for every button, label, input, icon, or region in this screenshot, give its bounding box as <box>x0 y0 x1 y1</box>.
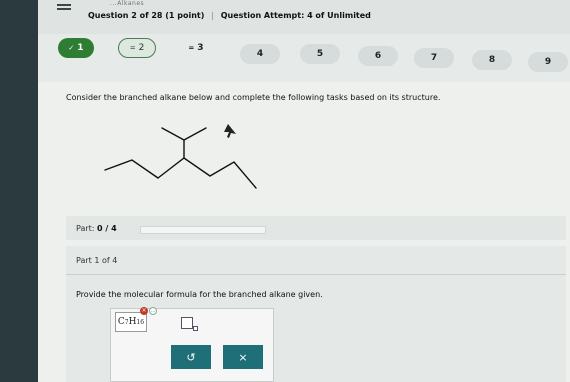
hydrogen-subscript: 16 <box>136 318 145 326</box>
question-6-label: 6 <box>374 51 382 61</box>
question-9-button[interactable]: 9 <box>528 52 568 72</box>
part-score: 0 / 4 <box>97 224 117 233</box>
main-chain <box>157 157 257 189</box>
part-number: Part 1 of 4 <box>76 256 118 265</box>
undo-button[interactable]: ↺ <box>171 345 211 369</box>
answer-box: C 7 H 16 × ... ↺ × <box>110 307 274 382</box>
attempt-count: Question Attempt: 4 of Unlimited <box>220 11 371 20</box>
mouse-cursor-icon <box>224 124 236 138</box>
formula-hydrogen: H <box>128 317 137 327</box>
question-count: Question 2 of 28 (1 point) <box>88 11 205 20</box>
question-3-button[interactable]: = 3 <box>178 38 214 58</box>
branch-left <box>161 127 185 141</box>
question-info: Question 2 of 28 (1 point) | Question At… <box>88 11 371 20</box>
question-6-button[interactable]: 6 <box>358 46 398 66</box>
question-navigation: ✓ 1 = 2 = 3 4 5 6 7 8 9 <box>38 34 570 82</box>
question-5-button[interactable]: 5 <box>300 44 340 64</box>
part-label: Part: 0 / 4 <box>76 224 117 233</box>
part-question: Provide the molecular formula for the br… <box>76 290 323 299</box>
part-progress-bar: Part: 0 / 4 <box>66 216 566 240</box>
progress-track <box>140 226 266 234</box>
question-7-button[interactable]: 7 <box>414 48 454 68</box>
question-5-label: 5 <box>316 49 324 59</box>
menu-icon[interactable] <box>57 4 71 14</box>
separator: | <box>211 11 214 20</box>
question-1-button[interactable]: ✓ 1 <box>58 38 94 58</box>
alkane-structure <box>104 124 257 189</box>
divider <box>66 274 566 275</box>
question-3-label: 3 <box>197 43 204 53</box>
question-7-label: 7 <box>430 53 438 63</box>
question-8-button[interactable]: 8 <box>472 50 512 70</box>
formula-answer[interactable]: C 7 H 16 × ... <box>115 307 157 332</box>
top-breadcrumb: ...Alkanes <box>110 0 145 7</box>
question-2-button[interactable]: = 2 <box>118 38 156 58</box>
clear-button[interactable]: × <box>223 345 263 369</box>
partial-icon: = <box>188 44 195 52</box>
left-chain <box>104 159 159 179</box>
partial-icon: = <box>129 44 136 52</box>
question-4-label: 4 <box>256 49 264 59</box>
error-icon: × <box>140 307 148 315</box>
part-panel: Part 1 of 4 Provide the molecular formul… <box>66 246 566 382</box>
screen: ...Alkanes Question 2 of 28 (1 point) | … <box>0 0 570 382</box>
part-title: Part: <box>76 224 95 233</box>
question-1-label: 1 <box>77 43 84 53</box>
formula-carbon: C <box>117 317 125 327</box>
subscript-template-icon[interactable] <box>181 317 198 331</box>
question-9-label: 9 <box>544 57 552 67</box>
question-8-label: 8 <box>488 55 496 65</box>
question-prompt: Consider the branched alkane below and c… <box>66 93 441 102</box>
question-4-button[interactable]: 4 <box>240 44 280 64</box>
question-2-label: 2 <box>138 43 145 53</box>
more-icon[interactable]: ... <box>149 307 157 315</box>
left-bezel <box>0 0 38 382</box>
branch-right <box>183 127 207 141</box>
check-icon: ✓ <box>68 44 75 52</box>
